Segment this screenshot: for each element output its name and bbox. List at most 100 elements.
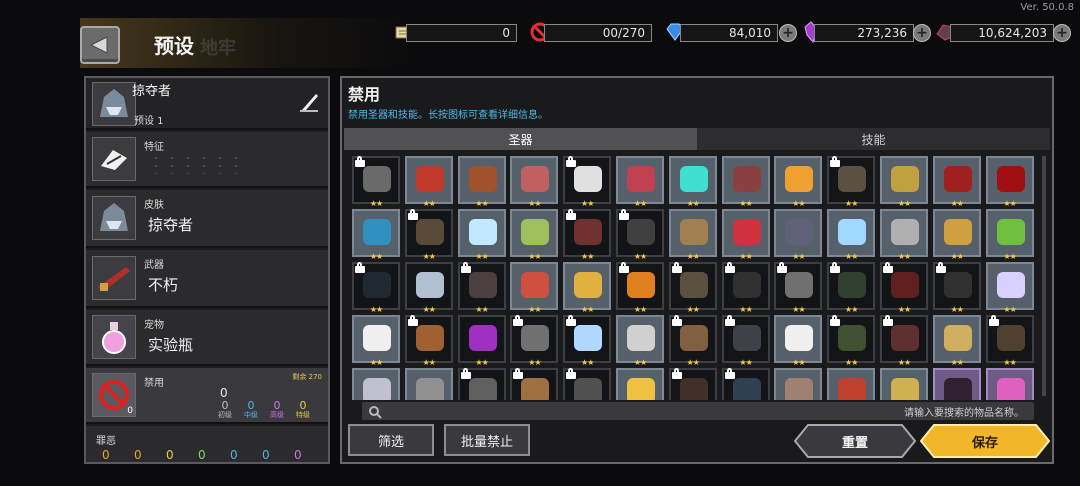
- relic-cell[interactable]: ★★: [668, 262, 717, 314]
- profile-row[interactable]: 掠夺者 预设 1: [86, 78, 328, 130]
- relic-cell[interactable]: ★★: [774, 315, 823, 367]
- relic-cell[interactable]: ★★: [457, 315, 506, 367]
- relic-cell[interactable]: ★★: [563, 315, 612, 367]
- relic-cell[interactable]: ★★: [352, 156, 400, 208]
- relic-cell[interactable]: ★★: [932, 315, 981, 367]
- add-ore-button[interactable]: +: [1053, 24, 1071, 42]
- weapon-row[interactable]: 武器 不朽: [86, 250, 328, 308]
- relic-cell[interactable]: ★★: [985, 262, 1034, 314]
- trait-label: 特征: [144, 142, 164, 153]
- relic-cell[interactable]: ★★: [457, 262, 506, 314]
- relic-cell[interactable]: ★★: [880, 156, 928, 208]
- relic-cell[interactable]: ★★: [668, 156, 717, 208]
- back-button[interactable]: [80, 26, 120, 64]
- relic-cell[interactable]: ★★: [721, 315, 770, 367]
- relic-cell[interactable]: ★★: [563, 209, 612, 261]
- ban-panel-subtitle: 禁用圣器和技能。长按图标可查看详细信息。: [348, 110, 548, 121]
- relic-cell[interactable]: ★★: [932, 209, 981, 261]
- relic-cell[interactable]: ★★: [827, 315, 876, 367]
- relic-cell[interactable]: ★★: [668, 315, 717, 367]
- star-rating-icon: ★★: [845, 252, 858, 261]
- lock-icon: [513, 315, 524, 326]
- tab-skills[interactable]: 技能: [697, 128, 1050, 150]
- relic-cell[interactable]: ★★: [880, 262, 928, 314]
- ban-row[interactable]: 0 禁用 剩余 270 0 0 初级 0 中级 0 高级 0 特级: [86, 368, 328, 424]
- relic-cell[interactable]: ★★: [510, 315, 559, 367]
- dark-slime-icon: [838, 272, 867, 298]
- relic-cell[interactable]: ★★: [932, 368, 981, 400]
- trait-row[interactable]: 特征: [86, 132, 328, 188]
- edit-icon[interactable]: [298, 92, 320, 116]
- relic-cell[interactable]: ★★: [774, 262, 823, 314]
- relic-cell[interactable]: ★★: [827, 209, 876, 261]
- relic-cell[interactable]: ★★: [352, 368, 400, 400]
- relic-cell[interactable]: ★★: [404, 315, 453, 367]
- relic-cell[interactable]: ★★: [404, 262, 453, 314]
- relic-cell[interactable]: ★★: [932, 156, 981, 208]
- search-bar[interactable]: 请输入要搜索的物品名称。: [362, 402, 1034, 420]
- relic-cell[interactable]: ★★: [668, 368, 717, 400]
- relic-cell[interactable]: ★★: [774, 209, 823, 261]
- relic-cell[interactable]: ★★: [563, 368, 612, 400]
- relic-cell[interactable]: ★★: [510, 262, 559, 314]
- relic-cell[interactable]: ★★: [616, 209, 664, 261]
- relic-cell[interactable]: ★★: [668, 209, 717, 261]
- relic-cell[interactable]: ★★: [457, 156, 506, 208]
- reset-button[interactable]: 重置: [794, 424, 916, 458]
- pet-value: 实验瓶: [148, 336, 194, 354]
- lock-icon: [935, 262, 947, 273]
- relic-cell[interactable]: ★★: [510, 156, 559, 208]
- relic-cell[interactable]: ★★: [721, 156, 770, 208]
- ghost-claw-icon: [468, 272, 497, 298]
- relic-cell[interactable]: ★★: [721, 368, 770, 400]
- lock-icon: [830, 262, 841, 273]
- grid-scrollbar[interactable]: [1042, 156, 1046, 396]
- relic-cell[interactable]: ★★: [985, 368, 1034, 400]
- purple-orb-icon: [468, 325, 497, 351]
- relic-cell[interactable]: ★★: [404, 209, 453, 261]
- batch-ban-button[interactable]: 批量禁止: [444, 424, 530, 456]
- relic-cell[interactable]: ★★: [404, 368, 453, 400]
- relic-cell[interactable]: ★★: [880, 368, 928, 400]
- relic-cell[interactable]: ★★: [616, 156, 664, 208]
- sin-row[interactable]: 罪恶 0 0 0 0 0 0 0: [86, 426, 328, 462]
- tab-relics[interactable]: 圣器: [344, 128, 697, 150]
- relic-cell[interactable]: ★★: [880, 209, 928, 261]
- relic-cell[interactable]: ★★: [457, 209, 506, 261]
- donut-icon: [415, 325, 444, 351]
- relic-cell[interactable]: ★★: [510, 368, 559, 400]
- trait-icon: [92, 137, 136, 181]
- relic-cell[interactable]: ★★: [616, 315, 664, 367]
- lock-icon: [566, 368, 577, 379]
- add-diamond-button[interactable]: +: [779, 24, 797, 42]
- relic-cell[interactable]: ★★: [510, 209, 559, 261]
- relic-cell[interactable]: ★★: [616, 262, 664, 314]
- relic-cell[interactable]: ★★: [616, 368, 664, 400]
- relic-cell[interactable]: ★★: [352, 262, 400, 314]
- ban-tiers: 0 初级 0 中级 0 高级 0 特级: [212, 400, 316, 422]
- relic-cell[interactable]: ★★: [774, 156, 823, 208]
- relic-cell[interactable]: ★★: [404, 156, 453, 208]
- relic-cell[interactable]: ★★: [932, 262, 981, 314]
- relic-cell[interactable]: ★★: [352, 315, 400, 367]
- relic-cell[interactable]: ★★: [827, 156, 876, 208]
- relic-cell[interactable]: ★★: [774, 368, 823, 400]
- relic-cell[interactable]: ★★: [352, 209, 400, 261]
- relic-cell[interactable]: ★★: [721, 262, 770, 314]
- pet-row[interactable]: 宠物 实验瓶: [86, 310, 328, 366]
- relic-cell[interactable]: ★★: [563, 262, 612, 314]
- save-button[interactable]: 保存: [920, 424, 1050, 458]
- relic-cell[interactable]: ★★: [721, 209, 770, 261]
- relic-cell[interactable]: ★★: [985, 315, 1034, 367]
- star-rating-icon: ★★: [633, 305, 647, 314]
- relic-cell[interactable]: ★★: [985, 156, 1034, 208]
- filter-button[interactable]: 筛选: [348, 424, 434, 456]
- relic-cell[interactable]: ★★: [880, 315, 928, 367]
- skin-row[interactable]: 皮肤 掠夺者: [86, 190, 328, 248]
- relic-cell[interactable]: ★★: [827, 262, 876, 314]
- add-crystal-button[interactable]: +: [913, 24, 931, 42]
- relic-cell[interactable]: ★★: [457, 368, 506, 400]
- relic-cell[interactable]: ★★: [563, 156, 612, 208]
- relic-cell[interactable]: ★★: [827, 368, 876, 400]
- relic-cell[interactable]: ★★: [985, 209, 1034, 261]
